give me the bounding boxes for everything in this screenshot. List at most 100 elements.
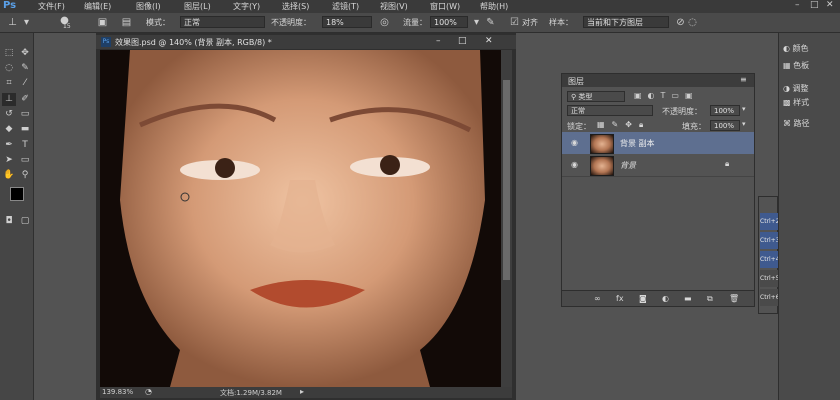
menu-file[interactable]: 文件(F) <box>38 1 65 12</box>
chevron-down-icon[interactable]: ▾ <box>470 16 483 29</box>
flow-input[interactable]: 100% <box>430 16 468 28</box>
foreground-color-swatch[interactable] <box>10 187 24 201</box>
lock-label: 锁定： <box>567 122 591 131</box>
brush-tool-icon[interactable]: ✐ <box>18 93 32 106</box>
layers-panel: 图层 ≡ ⚲ 类型 ▣◐T▭▣ 正常 不透明度： 100% ▾ 锁定： ▦✎✥🔒… <box>561 73 755 307</box>
fx-icon[interactable]: fx <box>616 294 624 303</box>
visibility-eye-icon[interactable]: ◉ <box>571 160 578 169</box>
document-tab[interactable]: Ps 效果图.psd @ 140% (背景 副本, RGB/8) * – □ ✕ <box>96 35 516 49</box>
crop-tool-icon[interactable]: ⌗ <box>2 77 16 90</box>
blend-mode-select[interactable]: 正常 <box>567 105 653 116</box>
fill-input[interactable]: 100% <box>710 120 740 131</box>
pen-tool-icon[interactable]: ✒ <box>2 139 16 152</box>
eyedropper-tool-icon[interactable]: ⁄ <box>18 77 32 90</box>
menu-layer[interactable]: 图层(L) <box>184 1 211 12</box>
doc-maximize-icon[interactable]: □ <box>458 36 467 46</box>
brush-size: 15 <box>63 23 71 30</box>
vertical-scrollbar[interactable] <box>501 50 512 387</box>
mode-label: 模式： <box>146 18 170 27</box>
menu-edit[interactable]: 编辑(E) <box>84 1 111 12</box>
type-tool-icon[interactable]: T <box>18 139 32 152</box>
sample-select[interactable]: 当前和下方图层 <box>583 16 669 28</box>
move-tool-icon[interactable]: ✥ <box>18 47 32 60</box>
close-icon[interactable]: ✕ <box>826 0 834 10</box>
clone-stamp-tool-icon[interactable]: ⊥ <box>2 93 16 106</box>
image-canvas[interactable] <box>100 50 501 387</box>
menu-help[interactable]: 帮助(H) <box>480 1 508 12</box>
chevron-down-icon[interactable]: ▾ <box>20 16 33 29</box>
mode-select[interactable]: 正常 <box>180 16 265 28</box>
brush-panel-icon[interactable]: ▣ <box>96 16 109 29</box>
menu-image[interactable]: 图像(I) <box>136 1 161 12</box>
screen-mode-icon[interactable]: ▢ <box>18 215 32 228</box>
menu-type[interactable]: 文字(Y) <box>233 1 260 12</box>
filter-icons[interactable]: ▣◐T▭▣ <box>634 91 699 100</box>
panel-menu-icon[interactable]: ≡ <box>740 75 747 84</box>
color-panel-tab[interactable]: ◐ 颜色 <box>783 43 809 54</box>
quick-mask-icon[interactable]: ◘ <box>2 215 16 228</box>
eraser-tool-icon[interactable]: ▭ <box>18 108 32 121</box>
visibility-eye-icon[interactable]: ◉ <box>571 138 578 147</box>
shape-tool-icon[interactable]: ▭ <box>18 154 32 167</box>
align-checkbox[interactable]: ☑ <box>508 16 521 29</box>
document-title: 效果图.psd @ 140% (背景 副本, RGB/8) * <box>115 38 272 47</box>
link-icon[interactable]: ∞ <box>594 294 601 303</box>
menu-view[interactable]: 视图(V) <box>380 1 408 12</box>
pressure-size-icon[interactable]: ◌ <box>686 16 699 29</box>
layer-name[interactable]: 背景 <box>620 160 636 171</box>
menu-filter[interactable]: 滤镜(T) <box>332 1 359 12</box>
clone-stamp-tool-icon[interactable]: ⊥ <box>6 16 19 29</box>
chevron-down-icon[interactable]: ▾ <box>742 120 746 128</box>
filter-type-select[interactable]: ⚲ 类型 <box>567 91 625 102</box>
clone-source-icon[interactable]: ▤ <box>120 16 133 29</box>
lasso-tool-icon[interactable]: ◌ <box>2 62 16 75</box>
mask-icon[interactable]: ◙ <box>639 294 647 303</box>
options-bar: ⊥ ▾ ● 15 ▣ ▤ 模式： 正常 不透明度： 18% ◎ 流量： 100%… <box>0 13 840 33</box>
pressure-opacity-icon[interactable]: ◎ <box>378 16 391 29</box>
lock-icons[interactable]: ▦✎✥🔒︎ <box>597 120 650 130</box>
zoom-level[interactable]: 139.83% <box>102 388 133 396</box>
path-select-tool-icon[interactable]: ➤ <box>2 154 16 167</box>
lock-icon: 🔒︎ <box>725 159 730 168</box>
gradient-tool-icon[interactable]: ▬ <box>18 123 32 136</box>
right-panel-dock: ◐ 颜色 ▦ 色板 ◑ 调整 ▩ 样式 ⌘ 路径 <box>778 33 840 400</box>
styles-icon: ▩ <box>783 98 794 107</box>
chevron-down-icon[interactable]: ▾ <box>742 105 746 113</box>
minimize-icon[interactable]: – <box>795 0 800 10</box>
marquee-tool-icon[interactable]: ⬚ <box>2 47 16 60</box>
layer-row-background[interactable]: ◉ 背景 🔒︎ <box>562 154 754 177</box>
doc-close-icon[interactable]: ✕ <box>485 36 493 46</box>
adjustments-panel-tab[interactable]: ◑ 调整 <box>783 83 809 94</box>
scrollbar-thumb[interactable] <box>503 80 510 280</box>
maximize-icon[interactable]: □ <box>810 0 819 10</box>
paths-panel-tab[interactable]: ⌘ 路径 <box>783 118 810 129</box>
blur-tool-icon[interactable]: ◆ <box>2 123 16 136</box>
group-icon[interactable]: ▬ <box>684 294 692 303</box>
styles-panel-tab[interactable]: ▩ 样式 <box>783 97 809 108</box>
flow-label: 流量： <box>403 18 427 27</box>
menu-window[interactable]: 窗口(W) <box>430 1 460 12</box>
status-bar: 139.83% ◔ 文档:1.29M/3.82M ▸ <box>100 387 512 398</box>
layer-name[interactable]: 背景 副本 <box>620 138 655 149</box>
layers-panel-header: 图层 ≡ <box>562 74 754 87</box>
color-icon: ◐ <box>783 44 793 53</box>
ps-logo: Ps <box>3 0 17 11</box>
adjustments-icon: ◑ <box>783 84 793 93</box>
swatches-panel-tab[interactable]: ▦ 色板 <box>783 60 809 71</box>
menu-select[interactable]: 选择(S) <box>282 1 309 12</box>
quick-select-tool-icon[interactable]: ✎ <box>18 62 32 75</box>
new-layer-icon[interactable]: ⧉ <box>707 294 713 304</box>
layer-thumbnail <box>590 156 614 176</box>
airbrush-icon[interactable]: ✎ <box>484 16 497 29</box>
layer-opacity-input[interactable]: 100% <box>710 105 740 116</box>
doc-minimize-icon[interactable]: – <box>436 36 441 46</box>
layers-panel-title[interactable]: 图层 <box>568 76 584 87</box>
layer-row-background-copy[interactable]: ◉ 背景 副本 <box>562 132 754 154</box>
zoom-tool-icon[interactable]: ⚲ <box>18 169 32 182</box>
history-brush-tool-icon[interactable]: ↺ <box>2 108 16 121</box>
hand-tool-icon[interactable]: ✋ <box>2 169 16 182</box>
trash-icon[interactable]: 🗑︎ <box>729 294 739 303</box>
chevron-right-icon[interactable]: ▸ <box>300 387 304 396</box>
opacity-input[interactable]: 18% <box>322 16 372 28</box>
adjustment-icon[interactable]: ◐ <box>662 294 669 303</box>
